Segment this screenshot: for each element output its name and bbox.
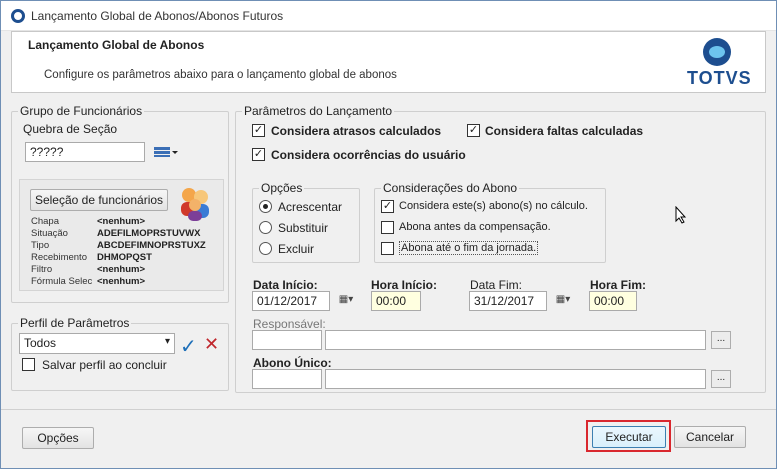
radio-substituir-label: Substituir bbox=[278, 221, 329, 235]
execute-button[interactable]: Executar bbox=[592, 426, 666, 448]
end-of-shift-checkbox[interactable] bbox=[381, 242, 394, 255]
logo-text: TOTVS bbox=[687, 68, 752, 88]
options-button[interactable]: Opções bbox=[22, 427, 94, 449]
field-value: <nenhum> bbox=[97, 276, 146, 287]
end-time-label: Hora Fim: bbox=[590, 278, 647, 292]
section-break-label: Quebra de Seção bbox=[21, 122, 120, 136]
header-panel: Lançamento Global de Abonos Configure os… bbox=[11, 31, 766, 93]
page-title: Lançamento Global de Abonos bbox=[28, 38, 205, 52]
profile-group-label: Perfil de Parâmetros bbox=[18, 316, 132, 330]
employee-selection-panel: Seleção de funcionários Chapa <nenhum> S… bbox=[19, 179, 224, 291]
radio-excluir-label: Excluir bbox=[278, 242, 315, 256]
profile-select[interactable]: Todos ▾ bbox=[19, 333, 175, 354]
start-time-input[interactable]: 00:00 bbox=[371, 291, 421, 311]
responsible-name-input[interactable] bbox=[325, 330, 706, 350]
calendar-icon[interactable]: ▦▾ bbox=[331, 291, 361, 311]
before-compensation-label: Abona antes da compensação. bbox=[399, 221, 551, 233]
app-icon bbox=[11, 8, 25, 23]
radio-substituir[interactable] bbox=[259, 221, 272, 234]
footer-separator bbox=[1, 409, 776, 410]
main-window: Lançamento Global de Abonos/Abonos Futur… bbox=[0, 0, 777, 469]
options-group-label: Opções bbox=[259, 181, 305, 195]
field-value: ADEFILMOPRSTUVWX bbox=[97, 228, 201, 239]
employees-group-label: Grupo de Funcionários bbox=[18, 104, 145, 118]
field-value: <nenhum> bbox=[97, 264, 146, 275]
consider-calc-checkbox[interactable]: ✓ bbox=[381, 200, 394, 213]
save-profile-label: Salvar perfil ao concluir bbox=[42, 358, 167, 372]
field-value: <nenhum> bbox=[97, 216, 146, 227]
single-abono-lookup-button[interactable]: ... bbox=[711, 370, 731, 388]
page-subtitle: Configure os parâmetros abaixo para o la… bbox=[44, 69, 397, 81]
radio-acrescentar[interactable] bbox=[259, 200, 272, 213]
atrasos-checkbox[interactable]: ✓ bbox=[252, 124, 265, 137]
end-date-label: Data Fim: bbox=[470, 278, 523, 292]
x-icon[interactable]: ✕ bbox=[204, 334, 219, 355]
field-key: Fórmula Selec bbox=[31, 276, 93, 287]
field-value: ABCDEFIMNOPRSTUXZ bbox=[97, 240, 206, 251]
end-date-input[interactable]: 31/12/2017 bbox=[469, 291, 547, 311]
multiselect-icon[interactable] bbox=[153, 145, 179, 159]
single-abono-name-input[interactable] bbox=[325, 369, 706, 389]
cancel-button[interactable]: Cancelar bbox=[674, 426, 746, 448]
checkmark-icon[interactable]: ✓ bbox=[180, 334, 197, 359]
people-icon bbox=[175, 185, 215, 221]
field-key: Situação bbox=[31, 228, 68, 239]
start-time-label: Hora Início: bbox=[371, 278, 438, 292]
end-of-shift-label: Abona até o fim da jornada. bbox=[399, 241, 539, 255]
select-employees-button[interactable]: Seleção de funcionários bbox=[30, 189, 168, 211]
end-time-input[interactable]: 00:00 bbox=[589, 291, 637, 311]
title-bar: Lançamento Global de Abonos/Abonos Futur… bbox=[1, 1, 776, 31]
params-group-label: Parâmetros do Lançamento bbox=[242, 104, 395, 118]
totvs-logo: TOTVS bbox=[687, 38, 752, 88]
profile-select-value: Todos bbox=[24, 336, 57, 350]
ocorrencias-checkbox[interactable]: ✓ bbox=[252, 148, 265, 161]
single-abono-code-input[interactable] bbox=[252, 369, 322, 389]
single-abono-label: Abono Único: bbox=[253, 356, 332, 370]
start-date-input[interactable]: 01/12/2017 bbox=[252, 291, 330, 311]
field-key: Tipo bbox=[31, 240, 50, 251]
chevron-down-icon: ▾ bbox=[164, 336, 170, 347]
save-profile-checkbox[interactable] bbox=[22, 358, 35, 371]
field-key: Recebimento bbox=[31, 252, 87, 263]
radio-acrescentar-label: Acrescentar bbox=[278, 200, 343, 214]
responsible-lookup-button[interactable]: ... bbox=[711, 331, 731, 349]
atrasos-label: Considera atrasos calculados bbox=[271, 124, 442, 138]
start-date-label: Data Início: bbox=[253, 278, 318, 292]
faltas-label: Considera faltas calculadas bbox=[485, 124, 644, 138]
consider-calc-label: Considera este(s) abono(s) no cálculo. bbox=[399, 200, 588, 212]
logo-mark bbox=[703, 38, 731, 66]
field-value: DHMOPQST bbox=[97, 252, 152, 263]
field-key: Chapa bbox=[31, 216, 59, 227]
responsible-code-input[interactable] bbox=[252, 330, 322, 350]
considerations-group-label: Considerações do Abono bbox=[381, 181, 520, 195]
window-title: Lançamento Global de Abonos/Abonos Futur… bbox=[31, 8, 284, 23]
section-break-input[interactable]: ????? bbox=[25, 142, 145, 162]
radio-excluir[interactable] bbox=[259, 242, 272, 255]
ocorrencias-label: Considera ocorrências do usuário bbox=[271, 148, 466, 162]
calendar-icon[interactable]: ▦▾ bbox=[548, 291, 578, 311]
field-key: Filtro bbox=[31, 264, 53, 275]
faltas-checkbox[interactable]: ✓ bbox=[467, 124, 480, 137]
mouse-cursor-icon bbox=[675, 205, 687, 227]
responsible-label: Responsável: bbox=[253, 317, 326, 331]
before-compensation-checkbox[interactable] bbox=[381, 221, 394, 234]
